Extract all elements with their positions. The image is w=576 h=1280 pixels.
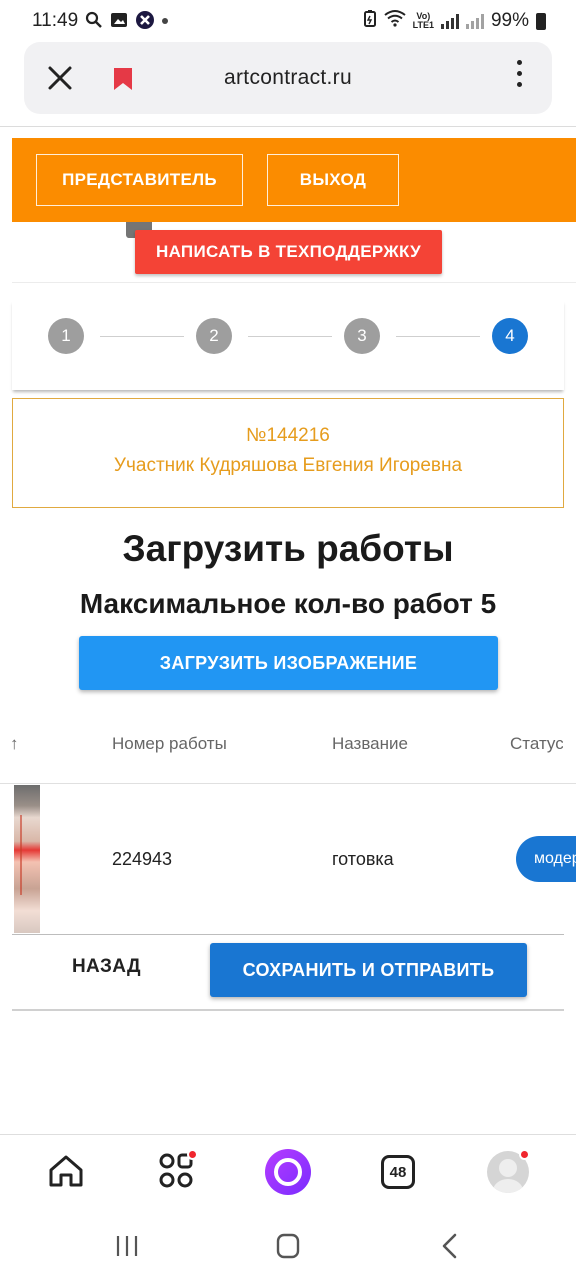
stepper-connector	[248, 336, 332, 337]
status-bar: 11:49 Vo) LTE1 99%	[0, 0, 576, 42]
search-notification-icon	[85, 11, 103, 32]
services-icon[interactable]	[159, 1149, 198, 1194]
participant-name: Участник Кудряшова Евгения Игоревна	[113, 455, 463, 476]
back-button[interactable]: НАЗАД	[72, 956, 141, 978]
system-navigation-bar	[0, 1214, 576, 1280]
stepper-connector	[396, 336, 480, 337]
page-title: Загрузить работы	[122, 528, 454, 569]
page-top-divider	[0, 126, 576, 127]
battery-percent: 99%	[490, 10, 529, 31]
column-number[interactable]: Номер работы	[112, 734, 227, 754]
notification-dot	[187, 1149, 198, 1160]
step-1[interactable]: 1	[48, 318, 84, 354]
tabs-count-button[interactable]: 48	[381, 1155, 415, 1189]
avatar-notification-dot	[519, 1149, 530, 1160]
url-text[interactable]: artcontract.ru	[24, 66, 552, 90]
participant-card: №144216 Участник Кудряшова Евгения Игоре…	[12, 398, 564, 508]
status-badge[interactable]: модерация	[516, 836, 576, 882]
column-name[interactable]: Название	[332, 734, 408, 754]
battery-saver-icon	[363, 9, 377, 33]
gallery-notification-icon	[110, 11, 128, 32]
volte-icon: Vo) LTE1	[412, 11, 434, 30]
stepper: 1 2 3 4	[12, 300, 564, 390]
more-menu-icon[interactable]	[517, 60, 522, 87]
site-header: ПРЕДСТАВИТЕЛЬ ВЫХОД	[12, 138, 576, 222]
work-number: 224943	[112, 849, 173, 869]
support-button[interactable]: НАПИСАТЬ В ТЕХПОДДЕРЖКУ	[135, 230, 442, 274]
home-nav-icon[interactable]	[276, 1233, 300, 1264]
app-notification-icon	[135, 10, 155, 33]
address-bar[interactable]: artcontract.ru	[24, 42, 552, 114]
representative-button[interactable]: ПРЕДСТАВИТЕЛЬ	[36, 154, 243, 206]
home-icon[interactable]	[46, 1151, 86, 1196]
step-2[interactable]: 2	[196, 318, 232, 354]
signal-sim1-icon	[440, 13, 459, 29]
back-nav-icon[interactable]	[440, 1233, 458, 1264]
signal-sim2-icon	[465, 13, 484, 29]
browser-bottom-nav: 48	[0, 1134, 576, 1214]
upload-image-button[interactable]: ЗАГРУЗИТЬ ИЗОБРАЖЕНИЕ	[79, 636, 498, 690]
battery-icon	[536, 12, 546, 30]
table-header: ↑ Номер работы Название Статус	[0, 716, 576, 784]
divider	[12, 282, 576, 283]
alice-assistant-icon[interactable]	[264, 1148, 312, 1201]
step-3[interactable]: 3	[344, 318, 380, 354]
clock: 11:49	[32, 10, 79, 31]
exit-button[interactable]: ВЫХОД	[267, 154, 399, 206]
column-status[interactable]: Статус	[510, 734, 563, 754]
work-name: готовка	[332, 849, 394, 869]
save-and-send-button[interactable]: СОХРАНИТЬ И ОТПРАВИТЬ	[210, 943, 527, 997]
wifi-icon	[384, 9, 406, 33]
more-notifications-dot	[162, 18, 169, 24]
divider	[12, 1009, 564, 1011]
participant-number: №144216	[246, 425, 330, 446]
stepper-connector	[100, 336, 184, 337]
sort-arrow-icon[interactable]: ↑	[10, 734, 19, 754]
work-thumbnail[interactable]	[14, 785, 40, 933]
step-4[interactable]: 4	[492, 318, 528, 354]
page-subtitle: Максимальное кол-во работ 5	[79, 588, 497, 619]
recent-apps-icon[interactable]	[115, 1234, 139, 1263]
table-row[interactable]: 224943 готовка модерация	[12, 785, 576, 935]
